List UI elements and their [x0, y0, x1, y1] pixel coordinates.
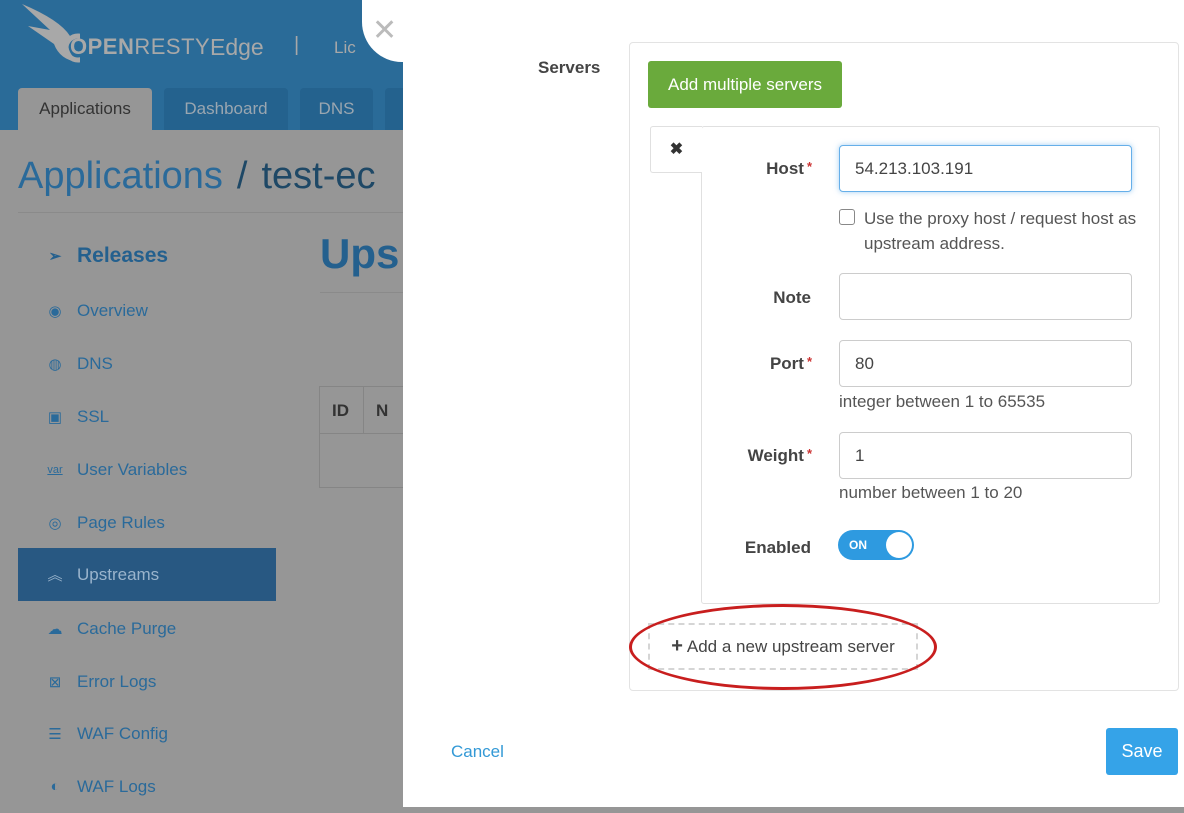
plus-icon: +	[671, 635, 683, 657]
enabled-label: Enabled	[744, 538, 811, 557]
host-input[interactable]	[839, 145, 1132, 192]
divider	[320, 292, 410, 293]
top-header: OPENRESTY Edge | Lic Applications Dashbo…	[0, 0, 410, 130]
page-title: Ups	[320, 230, 400, 277]
column-header-id: ID	[320, 387, 364, 433]
port-input[interactable]	[839, 340, 1132, 387]
servers-label: Servers	[538, 58, 601, 77]
chevrons-up-icon: ︽	[47, 567, 63, 584]
cloud-icon: ☁	[47, 620, 63, 638]
sidebar-item-user-variables[interactable]: var User Variables	[18, 443, 276, 496]
sidebar-item-cache-purge[interactable]: ☁ Cache Purge	[18, 602, 276, 655]
sidebar-item-waf-logs[interactable]: ◐ WAF Logs	[18, 760, 276, 813]
breadcrumb-app: test-ec	[261, 155, 376, 197]
note-label: Note	[773, 288, 811, 307]
product-name: Edge	[210, 34, 264, 60]
tab-applications[interactable]: Applications	[18, 88, 152, 130]
note-input[interactable]	[839, 273, 1132, 320]
port-label: Port *	[769, 354, 812, 373]
proxy-host-label: Use the proxy host / request host as ups…	[864, 209, 1137, 253]
var-icon: var	[47, 463, 63, 476]
sidebar-item-ssl[interactable]: ▣ SSL	[18, 390, 276, 443]
brand-name: OPENRESTY	[70, 34, 211, 59]
error-log-icon: ⊠	[48, 673, 62, 691]
dashboard-icon: ◉	[48, 302, 62, 320]
tab-dashboard[interactable]: Dashboard	[164, 88, 288, 130]
close-icon[interactable]: ✕	[372, 16, 397, 46]
sidebar-item-error-logs[interactable]: ⊠ Error Logs	[18, 655, 276, 708]
upstreams-table: ID N	[319, 386, 409, 488]
paper-plane-icon: ➢	[48, 247, 62, 265]
license-link[interactable]: Lic	[334, 38, 356, 58]
sidebar-item-waf-config[interactable]: ☰ WAF Config	[18, 707, 276, 760]
rule-icon: ◎	[48, 514, 62, 532]
divider	[18, 212, 408, 213]
save-button[interactable]: Save	[1106, 728, 1178, 775]
weight-label: Weight *	[747, 446, 812, 465]
tab-dns[interactable]: DNS	[300, 88, 373, 130]
list-icon: ☰	[48, 725, 62, 743]
weight-help: number between 1 to 20	[839, 483, 1023, 502]
add-upstream-server-button[interactable]: + Add a new upstream server	[648, 623, 918, 670]
sidebar-item-upstreams[interactable]: ︽ Upstreams	[18, 548, 276, 601]
breadcrumb-applications[interactable]: Applications	[18, 155, 223, 197]
host-label: Host *	[766, 159, 812, 178]
port-help: integer between 1 to 65535	[839, 392, 1046, 411]
header-separator: |	[294, 34, 300, 56]
globe-icon: ◍	[48, 355, 62, 373]
sidebar-item-overview[interactable]: ◉ Overview	[18, 284, 276, 337]
enabled-toggle[interactable]: ON	[838, 530, 914, 560]
sidebar-item-dns[interactable]: ◍ DNS	[18, 337, 276, 390]
weight-input[interactable]	[839, 432, 1132, 479]
add-multiple-servers-button[interactable]: Add multiple servers	[648, 61, 842, 108]
sidebar-item-page-rules[interactable]: ◎ Page Rules	[18, 496, 276, 549]
column-header-name: N	[364, 387, 408, 433]
proxy-host-checkbox[interactable]	[839, 209, 855, 225]
cancel-button[interactable]: Cancel	[451, 742, 504, 762]
waf-log-icon: ◐	[50, 778, 60, 795]
lock-icon: ▣	[47, 408, 63, 426]
breadcrumb: Applications / test-ec	[18, 155, 376, 197]
sidebar-item-releases[interactable]: ➢ Releases	[18, 229, 276, 282]
